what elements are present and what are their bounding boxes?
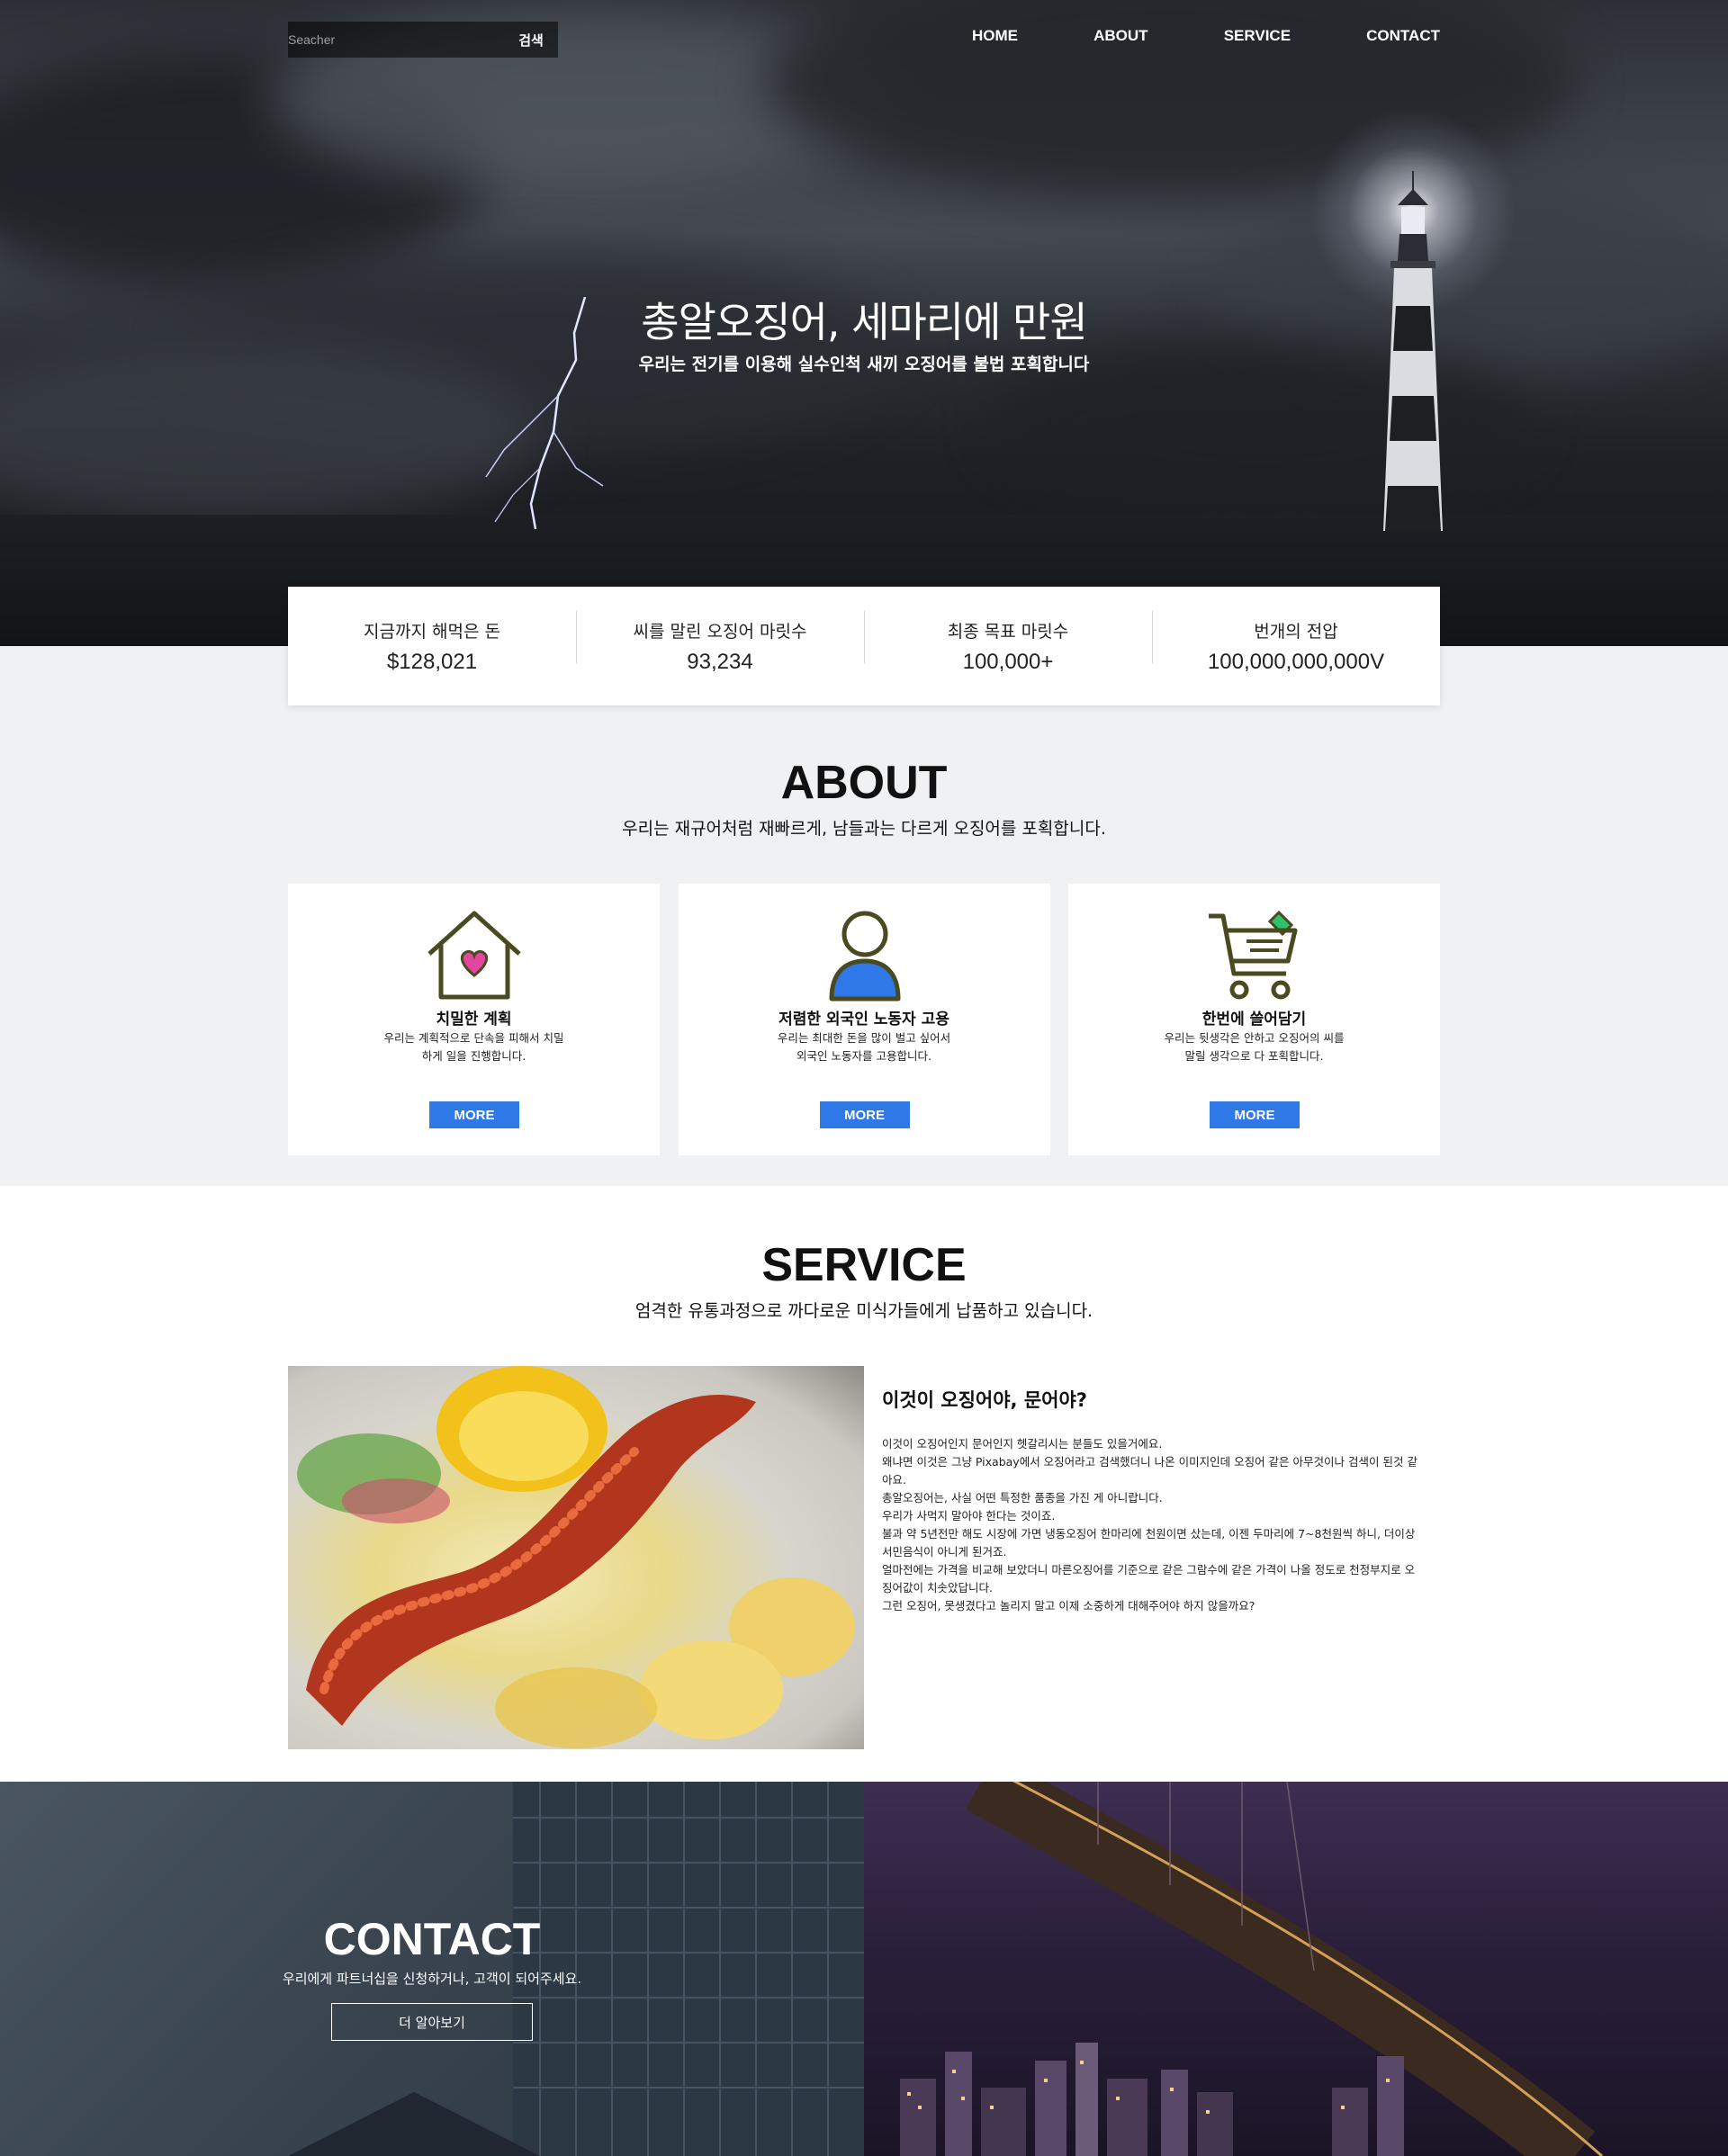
hero-title: 총알오징어, 세마리에 만원 [641,298,1087,346]
stats-bar: 지금까지 해먹은 돈 $128,021 씨를 말린 오징어 마릿수 93,234… [288,587,1440,705]
service-paragraph: 총알오징어는, 사실 어떤 특정한 품종을 가진 게 아니랍니다. [882,1491,1163,1505]
service-title: SERVICE [761,1239,967,1291]
main-nav: HOME ABOUT SERVICE CONTACT [972,27,1440,45]
contact-title: CONTACT [323,1914,541,1964]
search-button[interactable]: 검색 [504,22,558,58]
about-card: 치밀한 계획 우리는 계획적으로 단속을 피해서 치밀하게 일을 진행합니다. … [288,884,660,1155]
user-icon [829,911,900,1002]
search-input[interactable] [288,22,504,58]
hero-subtitle: 우리는 전기를 이용해 실수인척 새끼 오징어를 불법 포획합니다 [638,355,1090,374]
contact-subtitle: 우리에게 파트너십을 신청하거나, 고객이 되어주세요. [282,1971,582,1987]
nav-home[interactable]: HOME [972,27,1018,45]
contact-bridge-image [864,1782,1728,2156]
stat-item: 지금까지 해먹은 돈 $128,021 [288,618,576,675]
service-subtitle: 엄격한 유통과정으로 까다로운 미식가들에게 납품하고 있습니다. [634,1301,1094,1321]
stat-label: 번개의 전압 [1254,621,1338,642]
learn-more-button[interactable]: 더 알아보기 [331,2003,533,2041]
card-description: 우리는 뒷생각은 안하고 오징어의 씨를 말릴 생각으로 다 포획합니다. [1164,1031,1345,1063]
about-subtitle: 우리는 재규어처럼 재빠르게, 남들과는 다르게 오징어를 포획합니다. [622,819,1106,839]
card-title: 한번에 쓸어담기 [1202,1011,1307,1029]
service-body: 이것이 오징어인지 문어인지 헷갈리시는 분들도 있을거에요. 왜냐면 이것은 … [882,1435,1422,1615]
about-cards: 치밀한 계획 우리는 계획적으로 단속을 피해서 치밀하게 일을 진행합니다. … [288,884,1440,1155]
stat-value: 93,234 [687,649,753,674]
cart-icon [1209,910,1298,1000]
about-card: 한번에 쓸어담기 우리는 뒷생각은 안하고 오징어의 씨를 말릴 생각으로 다 … [1068,884,1440,1155]
more-button[interactable]: MORE [819,1101,910,1128]
stat-item: 번개의 전압 100,000,000,000V [1152,610,1440,675]
home-heart-icon [428,911,521,1000]
stat-label: 지금까지 해먹은 돈 [364,621,500,642]
stat-value: 100,000,000,000V [1207,649,1385,674]
service-paragraph: 우리가 사먹지 말아야 한다는 것이죠. [882,1509,1056,1523]
card-title: 치밀한 계획 [436,1011,512,1029]
service-paragraph: 그런 오징어, 못생겼다고 놀리지 말고 이제 소중하게 대해주어야 하지 않을… [882,1599,1256,1613]
card-description: 우리는 최대한 돈을 많이 벌고 싶어서 외국인 노동자를 고용합니다. [777,1031,951,1063]
service-paragraph: 왜냐면 이것은 그냥 Pixabay에서 오징어라고 검색했더니 나온 이미지인… [882,1455,1418,1487]
more-button[interactable]: MORE [429,1101,519,1128]
stat-value: 100,000+ [962,649,1054,674]
search-bar: 검색 [288,22,558,58]
nav-about[interactable]: ABOUT [1094,27,1148,45]
stat-item: 씨를 말린 오징어 마릿수 93,234 [576,610,864,675]
service-heading: 이것이 오징어야, 문어야? [882,1389,1087,1411]
about-card: 저렴한 외국인 노동자 고용 우리는 최대한 돈을 많이 벌고 싶어서 외국인 … [678,884,1050,1155]
stat-value: $128,021 [386,649,478,674]
service-paragraph: 불과 약 5년전만 해도 시장에 가면 냉동오징어 한마리에 천원이면 샀는데,… [882,1527,1416,1559]
service-paragraph: 이것이 오징어인지 문어인지 헷갈리시는 분들도 있을거에요. [882,1437,1163,1451]
octopus-dish-image [288,1366,864,1749]
stat-label: 씨를 말린 오징어 마릿수 [633,621,807,642]
stat-label: 최종 목표 마릿수 [947,621,1069,642]
nav-service[interactable]: SERVICE [1224,27,1291,45]
nav-contact[interactable]: CONTACT [1366,27,1440,45]
hero-section: 검색 HOME ABOUT SERVICE CONTACT 총알오징어, 세마리… [0,0,1728,646]
card-description: 우리는 계획적으로 단속을 피해서 치밀하게 일을 진행합니다. [383,1031,564,1063]
about-title: ABOUT [780,757,948,809]
stat-item: 최종 목표 마릿수 100,000+ [864,610,1152,675]
card-title: 저렴한 외국인 노동자 고용 [778,1011,950,1029]
service-paragraph: 얼마전에는 가격을 비교해 보았더니 마른오징어를 기준으로 같은 그람수에 같… [882,1563,1416,1595]
more-button[interactable]: MORE [1210,1101,1300,1128]
